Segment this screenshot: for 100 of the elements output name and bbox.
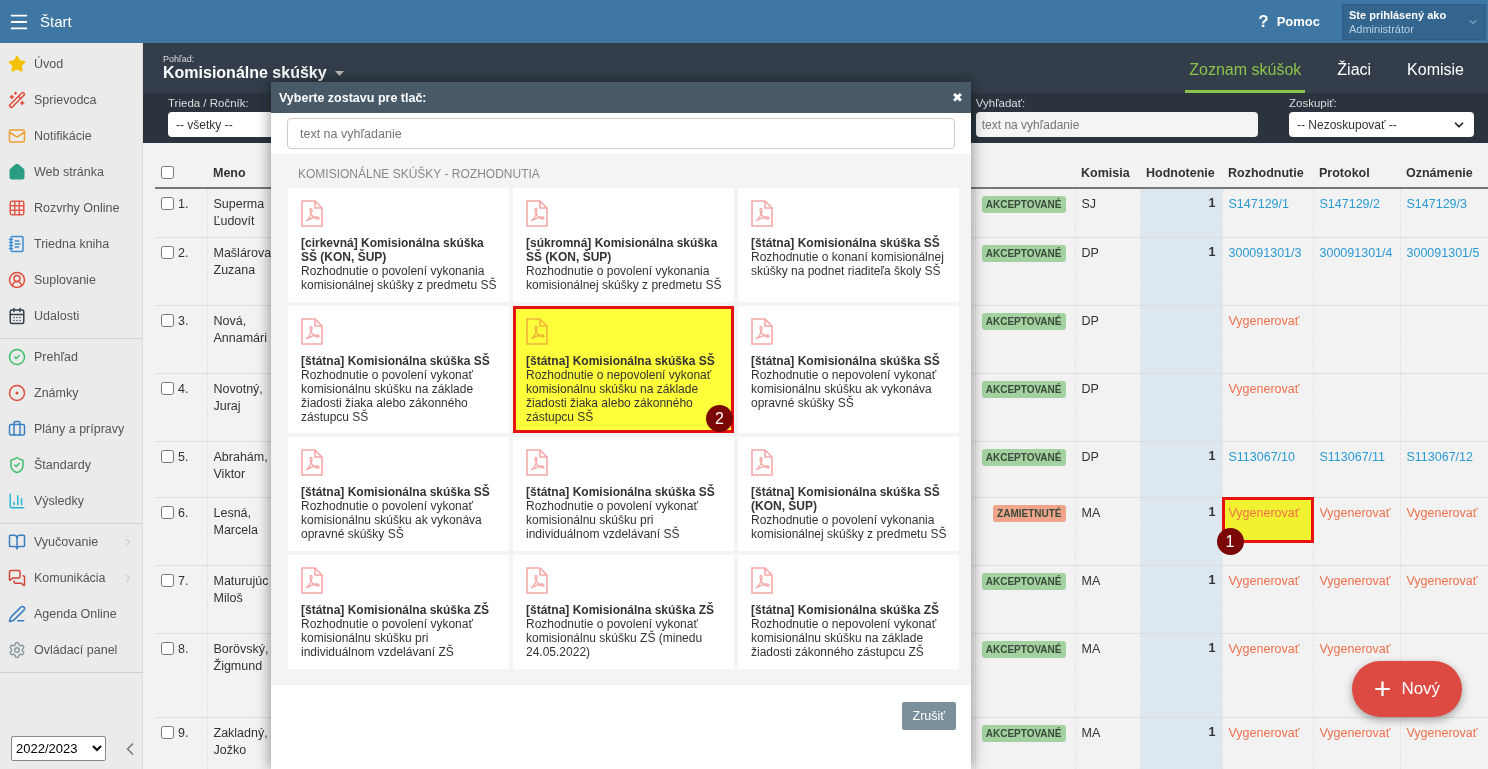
first-name: Zuzana <box>213 262 256 279</box>
pdf-file-icon <box>526 449 548 476</box>
row-checkbox[interactable] <box>161 382 174 395</box>
sidebar-item[interactable]: Triedna kniha <box>0 226 142 262</box>
tab[interactable]: Žiaci <box>1333 61 1376 93</box>
close-button[interactable]: ✖ <box>952 90 963 105</box>
sidebar-item[interactable]: Web stránka <box>0 154 142 190</box>
sidebar-item[interactable]: Známky <box>0 375 142 411</box>
sidebar-item[interactable]: Agenda Online <box>0 596 142 632</box>
commission-cell: MA <box>1081 574 1101 588</box>
first-name: Marcela <box>213 522 258 539</box>
surname: Superma <box>213 196 265 213</box>
open-book-icon <box>8 533 26 551</box>
row-number: 2. <box>178 246 189 260</box>
sidebar-item[interactable]: Vyučovanie <box>0 524 142 560</box>
report-card[interactable]: [cirkevná] Komisionálna skúška SŠ (KON, ŠUP) Rozhodnutie o povolení vykonania komisionálnej skúšky z predmetu SŠ <box>288 188 509 302</box>
group-select[interactable]: -- Nezoskupovať -- <box>1289 112 1474 137</box>
surname: Lesná, <box>213 505 252 522</box>
pdf-file-icon <box>301 567 323 594</box>
surname: Zakladný, <box>213 725 268 742</box>
pdf-file-icon <box>751 318 773 345</box>
sidebar-item[interactable]: Rozvrhy Online <box>0 190 142 226</box>
report-card[interactable]: [súkromná] Komisionálna skúška SŠ (KON, ŠUP) Rozhodnutie o povolení vykonania komisionálnej skúšky z predmetu SŠ <box>513 188 734 302</box>
commission-cell: DP <box>1081 314 1099 328</box>
report-card[interactable]: [štátna] Komisionálna skúška ZŠ Rozhodnutie o nepovolení vykonať komisionálnu skúšku na základe žiadosti zákonného zástupcu ZŠ <box>738 555 959 669</box>
status-badge: AKCEPTOVANÉ <box>981 313 1066 330</box>
first-name: Ľudovít <box>213 213 255 230</box>
star-icon <box>8 55 26 73</box>
user-menu[interactable]: Ste prihlásený ako Administrátor <box>1342 3 1486 40</box>
commission-cell: DP <box>1081 246 1099 260</box>
first-name: Viktor <box>213 466 246 483</box>
row-checkbox[interactable] <box>161 642 174 655</box>
sidebar-item[interactable]: Suplovanie <box>0 262 142 298</box>
row-checkbox[interactable] <box>161 506 174 519</box>
status-badge: AKCEPTOVANÉ <box>981 641 1066 658</box>
row-number: 8. <box>178 642 189 656</box>
sidebar-item[interactable]: Notifikácie <box>0 118 142 154</box>
new-button[interactable]: + Nový <box>1352 661 1462 717</box>
first-name: Juraj <box>213 398 241 415</box>
column-header: Komisia <box>1075 158 1140 188</box>
row-checkbox[interactable] <box>161 197 174 210</box>
row-checkbox[interactable] <box>161 246 174 259</box>
grade-cell-text: 1 <box>1207 505 1216 519</box>
school-year-select[interactable]: 2022/2023 <box>11 736 106 761</box>
row-checkbox[interactable] <box>161 726 174 739</box>
first-name: Jožko <box>213 742 247 759</box>
cancel-button[interactable]: Zrušiť <box>901 702 956 730</box>
status-badge: AKCEPTOVANÉ <box>981 245 1066 262</box>
row-number: 9. <box>178 726 189 740</box>
report-card[interactable]: [štátna] Komisionálna skúška SŠ Rozhodnutie o povolení vykonať komisionálnu skúšku na základe žiadosti žiaka alebo zákonného zástupcu SŠ <box>288 306 509 433</box>
report-card[interactable]: [štátna] Komisionálna skúška SŠ (KON, ŠUP) Rozhodnutie o povolení vykonania komisionálnej skúšky z predmetu SŠ <box>738 437 959 551</box>
sidebar-item[interactable]: Sprievodca <box>0 82 142 118</box>
house-icon <box>8 163 26 181</box>
dialog-title: Vyberte zostavu pre tlač: <box>279 90 427 105</box>
commission-cell: DP <box>1081 450 1099 464</box>
surname: Maturujúc <box>213 573 269 590</box>
report-card[interactable]: [štátna] Komisionálna skúška SŠ Rozhodnutie o nepovolení vykonať komisionálnu skúšku ak vykonáva opravné skúšky SŠ <box>738 306 959 433</box>
view-selector[interactable]: Komisionálne skúšky <box>163 64 344 82</box>
sidebar-item[interactable]: Výsledky <box>0 483 142 519</box>
commission-cell: MA <box>1081 642 1101 656</box>
sidebar-item[interactable]: Úvod <box>0 46 142 82</box>
app-title[interactable]: Štart <box>40 13 1259 30</box>
sidebar-item[interactable]: Plány a prípravy <box>0 411 142 447</box>
notebook-icon <box>8 235 26 253</box>
sidebar-item[interactable]: Prehľad <box>0 339 142 375</box>
report-card[interactable]: [štátna] Komisionálna skúška SŠ Rozhodnutie o konaní komisionálnej skúšky na podnet riaditeľa školy SŠ <box>738 188 959 302</box>
status-badge: AKCEPTOVANÉ <box>981 381 1066 398</box>
column-header: Rozhodnutie <box>1222 158 1313 188</box>
row-number: 3. <box>178 314 189 328</box>
tab[interactable]: Komisie <box>1403 61 1468 93</box>
bar-chart-icon <box>8 492 26 510</box>
shield-icon <box>8 456 26 474</box>
row-checkbox[interactable] <box>161 450 174 463</box>
report-card[interactable]: [štátna] Komisionálna skúška SŠ Rozhodnutie o nepovolení vykonať komisionálnu skúšku na základe žiadosti žiaka alebo zákonného zástupcu SŠ 2 <box>513 306 734 433</box>
row-checkbox[interactable] <box>161 574 174 587</box>
report-card[interactable]: [štátna] Komisionálna skúška SŠ Rozhodnutie o povolení vykonať komisionálnu skúšku ak vykonáva opravné skúšky SŠ <box>288 437 509 551</box>
sidebar-item[interactable]: Ovládací panel <box>0 632 142 668</box>
report-card[interactable]: [štátna] Komisionálna skúška SŠ Rozhodnutie o povolení vykonať komisionálnu skúšku pri individuálnom vzdelávaní SŠ <box>513 437 734 551</box>
surname: Novotný, <box>213 381 263 398</box>
search-field[interactable]: text na vyhľadanie <box>287 118 955 149</box>
status-badge: AKCEPTOVANÉ <box>981 449 1066 466</box>
check-circle-icon <box>8 348 26 366</box>
filter-label: Zoskupiť: <box>1289 97 1337 109</box>
search-field[interactable]: text na vyhľadanie <box>975 112 1258 137</box>
commission-cell: MA <box>1081 726 1101 740</box>
view-label: Pohľad: <box>163 54 196 64</box>
report-card[interactable]: [štátna] Komisionálna skúška ZŠ Rozhodnutie o povolení vykonať komisionálnu skúšku pri individuálnom vzdelávaní ZŠ <box>288 555 509 669</box>
pdf-file-icon <box>751 200 773 227</box>
report-card[interactable]: [štátna] Komisionálna skúška ZŠ Rozhodnutie o povolení vykonať komisionálnu skúšku ZŠ (minedu 24.05.2022) <box>513 555 734 669</box>
help-icon: ? <box>1258 11 1269 32</box>
sidebar-item[interactable]: Štandardy <box>0 447 142 483</box>
magic-wand-icon <box>8 91 26 109</box>
select-all-checkbox[interactable] <box>161 165 174 179</box>
sidebar-item[interactable]: Komunikácia <box>0 560 142 596</box>
sidebar-item[interactable]: Udalosti <box>0 298 142 334</box>
help-link[interactable]: ? Pomoc <box>1258 11 1320 32</box>
row-number: 4. <box>178 382 189 396</box>
row-checkbox[interactable] <box>161 314 174 327</box>
grade-cell-text: 1 <box>1207 449 1216 463</box>
person-icon <box>8 271 26 289</box>
